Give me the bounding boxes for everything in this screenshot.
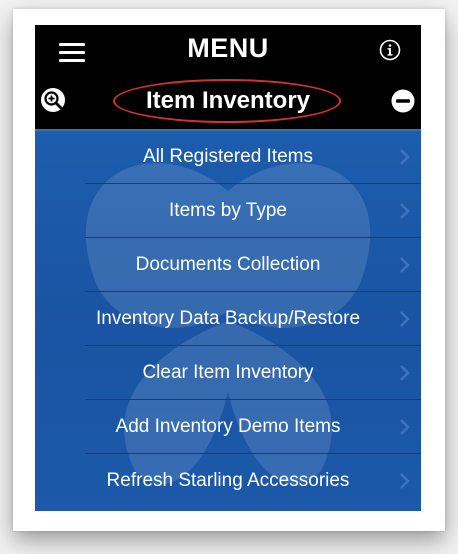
top-navigation-bar: MENU [35, 25, 421, 77]
chevron-right-icon [400, 311, 410, 327]
screenshot-frame: MENU Item Inventory All Registered Items… [13, 9, 445, 531]
menu-list: All Registered Items Items by Type Docum… [35, 131, 421, 511]
chevron-right-icon [400, 365, 410, 381]
divider [85, 291, 421, 292]
menu-item-inventory-data-backup-restore[interactable]: Inventory Data Backup/Restore [35, 293, 421, 346]
divider [85, 237, 421, 238]
menu-item-all-registered-items[interactable]: All Registered Items [35, 131, 421, 184]
chevron-right-icon [400, 473, 410, 489]
menu-item-label: Inventory Data Backup/Restore [95, 308, 361, 329]
menu-item-clear-item-inventory[interactable]: Clear Item Inventory [35, 347, 421, 400]
menu-item-items-by-type[interactable]: Items by Type [35, 185, 421, 238]
chevron-right-icon [400, 257, 410, 273]
divider [85, 399, 421, 400]
menu-item-label: Documents Collection [135, 254, 321, 275]
menu-item-label: Items by Type [169, 200, 287, 221]
menu-item-add-inventory-demo-items[interactable]: Add Inventory Demo Items [35, 401, 421, 454]
section-header-bar: Item Inventory [35, 77, 421, 131]
menu-item-documents-collection[interactable]: Documents Collection [35, 239, 421, 292]
highlight-ellipse [113, 79, 341, 123]
chevron-right-icon [400, 419, 410, 435]
divider [85, 345, 421, 346]
app-screen: MENU Item Inventory All Registered Items… [35, 25, 421, 511]
menu-item-label: All Registered Items [142, 146, 313, 167]
menu-item-label: Clear Item Inventory [142, 362, 314, 383]
chevron-right-icon [400, 203, 410, 219]
menu-title: MENU [187, 33, 269, 63]
divider [85, 453, 421, 454]
menu-item-label: Refresh Starling Accessories [106, 470, 350, 491]
menu-item-label: Add Inventory Demo Items [115, 416, 341, 437]
menu-item-refresh-starling-accessories[interactable]: Refresh Starling Accessories [35, 455, 421, 508]
divider [85, 183, 421, 184]
info-icon[interactable] [379, 39, 401, 61]
minus-circle-icon[interactable] [391, 89, 415, 113]
chevron-right-icon [400, 149, 410, 165]
